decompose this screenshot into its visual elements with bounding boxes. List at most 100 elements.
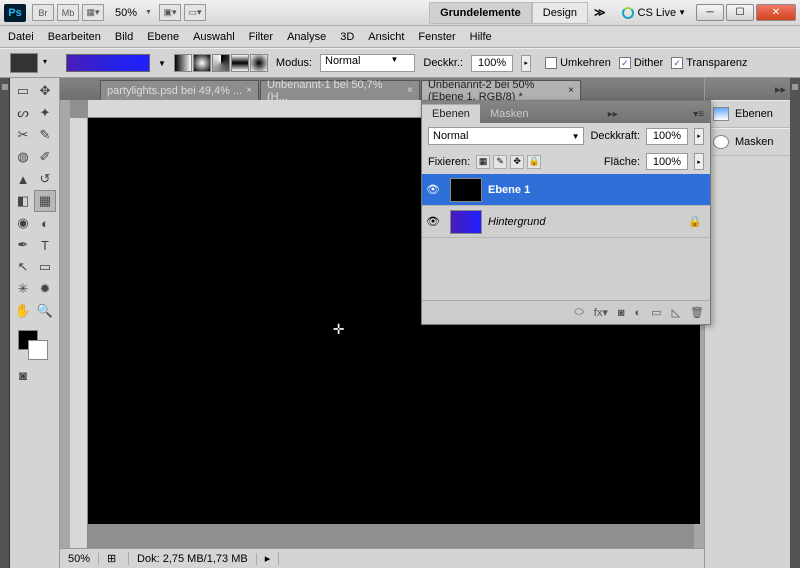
minimize-button[interactable]: ─ [696, 4, 724, 21]
photoshop-icon[interactable]: Ps [4, 4, 26, 22]
3d-tool[interactable]: ✳ [12, 278, 34, 300]
layer-thumb[interactable] [450, 178, 482, 202]
bridge-button[interactable]: Br [32, 4, 54, 21]
mask-icon[interactable]: ◙ [618, 307, 625, 319]
workspace-design[interactable]: Design [532, 2, 588, 24]
eyedropper-tool[interactable]: ✎ [34, 124, 56, 146]
deckkraft-spin[interactable]: ▸ [694, 128, 704, 145]
menu-datei[interactable]: Datei [8, 31, 34, 43]
cs-live[interactable]: CS Live▼ [622, 7, 686, 19]
gradient-preview[interactable] [66, 54, 150, 72]
deckkr-input[interactable]: 100% [471, 55, 513, 72]
status-docinfo[interactable]: Dok: 2,75 MB/1,73 MB [129, 553, 257, 565]
menu-ansicht[interactable]: Ansicht [368, 31, 404, 43]
zoom-dropdown-icon[interactable]: ▼ [145, 9, 153, 16]
gradient-linear[interactable] [174, 54, 192, 72]
brush-tool[interactable]: ✐ [34, 146, 56, 168]
lock-pixels-icon[interactable]: ✎ [493, 155, 507, 169]
doctab-1[interactable]: partylights.psd bei 49,4% ...× [100, 80, 259, 100]
lasso-tool[interactable]: ᔕ [12, 102, 34, 124]
marquee-tool[interactable]: ✥ [34, 80, 56, 102]
zoom-level[interactable]: 50% [115, 7, 137, 19]
history-brush-tool[interactable]: ↺ [34, 168, 56, 190]
umkehren-check[interactable]: Umkehren [545, 57, 611, 69]
layer-name[interactable]: Ebene 1 [488, 184, 530, 196]
visibility-icon[interactable]: 👁 [422, 183, 444, 196]
tab-masken[interactable]: Masken [480, 105, 539, 123]
menu-hilfe[interactable]: Hilfe [470, 31, 492, 43]
pen-tool[interactable]: ✒ [12, 234, 34, 256]
lock-transparent-icon[interactable]: ▦ [476, 155, 490, 169]
hand-tool[interactable]: ✋ [12, 300, 34, 322]
tab-ebenen[interactable]: Ebenen [422, 104, 480, 123]
layer-row[interactable]: 👁 Hintergrund 🔒 [422, 206, 710, 238]
path-tool[interactable]: ↖ [12, 256, 34, 278]
gradient-reflected[interactable] [231, 54, 249, 72]
new-layer-icon[interactable]: ◺ [672, 306, 680, 319]
flaeche-input[interactable]: 100% [646, 153, 688, 170]
fx-icon[interactable]: fx▾ [594, 306, 608, 319]
dither-check[interactable]: ✓Dither [619, 57, 663, 69]
menu-fenster[interactable]: Fenster [418, 31, 455, 43]
extras-button[interactable]: ▭▾ [184, 4, 206, 21]
layer-row[interactable]: 👁 Ebene 1 [422, 174, 710, 206]
status-icon[interactable]: ⊞ [99, 552, 129, 565]
link-layers-icon[interactable]: ⬭ [574, 306, 583, 319]
stamp-tool[interactable]: ▲ [12, 168, 34, 190]
gradient-radial[interactable] [193, 54, 211, 72]
close-button[interactable]: ✕ [756, 4, 796, 21]
status-arrow[interactable]: ▸ [257, 552, 280, 565]
lock-all-icon[interactable]: 🔒 [527, 155, 541, 169]
type-tool[interactable]: T [34, 234, 56, 256]
move-tool[interactable]: ▭ [12, 80, 34, 102]
close-icon[interactable]: × [246, 85, 252, 96]
menu-filter[interactable]: Filter [249, 31, 273, 43]
wand-tool[interactable]: ✦ [34, 102, 56, 124]
ruler-vertical[interactable] [70, 118, 88, 548]
deckkr-spin[interactable]: ▸ [521, 55, 531, 72]
left-dock-strip[interactable] [0, 78, 10, 568]
background-color[interactable] [28, 340, 48, 360]
screenmode-button[interactable]: ▣▾ [159, 4, 181, 21]
layer-name[interactable]: Hintergrund [488, 216, 545, 228]
layer-thumb[interactable] [450, 210, 482, 234]
doctab-2[interactable]: Unbenannt-1 bei 50,7% (H...× [260, 80, 420, 100]
deckkraft-input[interactable]: 100% [646, 128, 688, 145]
dodge-tool[interactable]: ◐ [34, 212, 56, 234]
minibridge-button[interactable]: Mb [57, 4, 79, 21]
status-zoom[interactable]: 50% [60, 553, 99, 565]
menu-3d[interactable]: 3D [340, 31, 354, 43]
tool-preset-picker[interactable] [10, 53, 38, 73]
gradient-diamond[interactable] [250, 54, 268, 72]
transparenz-check[interactable]: ✓Transparenz [671, 57, 747, 69]
color-swatches[interactable] [12, 326, 56, 364]
lock-position-icon[interactable]: ✥ [510, 155, 524, 169]
menu-analyse[interactable]: Analyse [287, 31, 326, 43]
visibility-icon[interactable]: 👁 [422, 215, 444, 228]
right-dock-header[interactable]: ▸▸ [705, 78, 790, 100]
adjustment-icon[interactable]: ◐ [635, 307, 642, 319]
maximize-button[interactable]: ☐ [726, 4, 754, 21]
menu-ebene[interactable]: Ebene [147, 31, 179, 43]
group-icon[interactable]: ▭ [651, 306, 661, 319]
workspace-more[interactable]: ≫ [588, 2, 612, 23]
panel-collapse-icon[interactable]: ▸▸ [602, 106, 624, 123]
workspace-grundelemente[interactable]: Grundelemente [429, 2, 532, 24]
menu-bearbeiten[interactable]: Bearbeiten [48, 31, 101, 43]
zoom-tool[interactable]: 🔍 [34, 300, 56, 322]
heal-tool[interactable]: ◍ [12, 146, 34, 168]
arrange-docs-button[interactable]: ▦▾ [82, 4, 104, 21]
shape-tool[interactable]: ▭ [34, 256, 56, 278]
3d-cam-tool[interactable]: ✹ [34, 278, 56, 300]
flaeche-spin[interactable]: ▸ [694, 153, 704, 170]
trash-icon[interactable]: 🗑 [690, 306, 704, 319]
menu-bild[interactable]: Bild [115, 31, 133, 43]
crop-tool[interactable]: ✂ [12, 124, 34, 146]
modus-select[interactable]: Normal ▼ [320, 54, 415, 72]
panel-menu-icon[interactable]: ▾≡ [687, 106, 710, 123]
gradient-angle[interactable] [212, 54, 230, 72]
menu-auswahl[interactable]: Auswahl [193, 31, 235, 43]
doctab-3[interactable]: Unbenannt-2 bei 50% (Ebene 1, RGB/8) *× [421, 80, 581, 100]
close-icon[interactable]: × [407, 85, 413, 96]
blend-mode-select[interactable]: Normal▼ [428, 127, 584, 145]
